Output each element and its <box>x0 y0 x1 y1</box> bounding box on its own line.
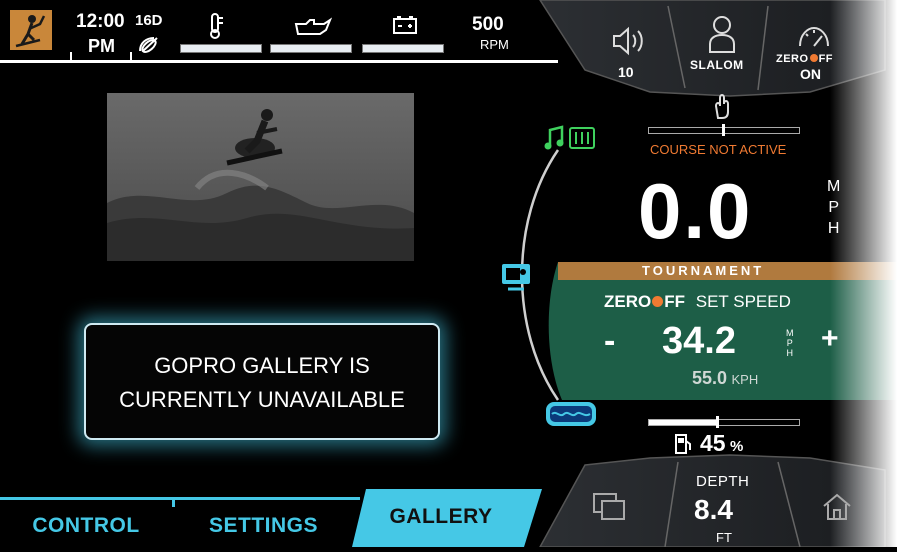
tab-settings[interactable]: SETTINGS <box>176 505 351 547</box>
music-icon[interactable] <box>544 124 598 152</box>
set-speed-label: SET SPEED <box>695 292 791 311</box>
kph-label: KPH <box>731 372 759 387</box>
setspeed-brand-dot <box>652 296 664 307</box>
clock-ampm: PM <box>88 36 115 56</box>
set-speed-plus[interactable]: + <box>821 322 839 356</box>
hand-icon[interactable] <box>710 92 736 120</box>
fuel-bar-marker <box>715 416 719 428</box>
course-bar-marker <box>722 124 725 136</box>
zerooff-state: ON <box>800 66 821 82</box>
status-divider <box>0 60 558 63</box>
set-speed-unit: M P H <box>786 328 794 358</box>
battery-gauge-fill <box>363 45 443 52</box>
volume-value: 10 <box>618 64 634 80</box>
water-tank-icon[interactable] <box>544 400 598 428</box>
tab-bar: CONTROL SETTINGS GALLERY <box>0 489 558 547</box>
thermometer-icon <box>206 12 226 40</box>
oil-can-icon <box>292 16 333 38</box>
rpm-value: 500 <box>472 14 504 35</box>
oil-gauge <box>270 44 352 53</box>
setspeed-brand-left: ZERO <box>604 292 652 311</box>
message-line-2: CURRENTLY UNAVAILABLE <box>119 387 405 412</box>
depth-value: 8.4 <box>694 494 733 525</box>
speed-unit-m: M <box>827 178 841 195</box>
speed-unit-p: P <box>828 199 839 216</box>
fuel-value: 45 <box>700 430 726 456</box>
oil-gauge-fill <box>271 45 351 52</box>
speed-value: 0.0 <box>638 167 753 255</box>
battery-icon <box>392 14 418 36</box>
set-speed-unit-m: M <box>786 328 794 338</box>
kph-value: 55.0 <box>692 368 728 388</box>
speedometer-icon[interactable] <box>796 24 832 50</box>
fuel-readout: 45 % <box>700 430 743 457</box>
fuel-unit: % <box>730 438 744 455</box>
home-icon[interactable] <box>820 492 854 522</box>
satellite-icon <box>137 34 163 54</box>
zerooff-brand: ZERO FF <box>776 53 833 65</box>
set-speed-value: 34.2 <box>662 320 736 362</box>
depth-unit: FT <box>716 530 732 545</box>
divider-tick <box>130 52 132 60</box>
temp-gauge <box>180 44 262 53</box>
tab-separator <box>172 497 175 507</box>
speed-unit: M P H <box>827 176 840 239</box>
zerooff-dot <box>809 54 818 62</box>
set-speed-kph: 55.0 KPH <box>692 368 758 389</box>
multi-window-icon[interactable] <box>592 492 628 522</box>
gallery-unavailable-message: GOPRO GALLERY IS CURRENTLY UNAVAILABLE <box>84 323 440 440</box>
profile-label: SLALOM <box>690 58 744 72</box>
divider-tick <box>70 52 72 60</box>
right-dash: 10 SLALOM ZERO FF ON COURSE NOT ACTIVE 0.… <box>500 0 897 547</box>
zerooff-brand-right: FF <box>818 53 834 65</box>
status-bar: 12:00 PM 16D 500 RPM <box>0 0 560 63</box>
clock-time: 12:00 <box>76 11 125 32</box>
depth-label: DEPTH <box>696 473 750 490</box>
course-status: COURSE NOT ACTIVE <box>650 142 787 157</box>
fuel-bar-fill <box>649 420 717 425</box>
tab-control[interactable]: CONTROL <box>0 505 172 547</box>
tournament-label: TOURNAMENT <box>642 263 765 278</box>
gallery-preview-image <box>107 93 414 261</box>
speed-unit-h: H <box>827 220 840 237</box>
set-speed-minus[interactable]: - <box>604 322 615 361</box>
fuel-pump-icon <box>674 432 694 456</box>
speaker-icon[interactable] <box>610 24 648 58</box>
gps-heading: 16D <box>135 12 163 29</box>
battery-gauge <box>362 44 444 53</box>
temp-gauge-fill <box>181 45 261 52</box>
zerooff-brand-left: ZERO <box>776 53 809 65</box>
set-speed-unit-p: P <box>786 338 793 348</box>
message-line-1: GOPRO GALLERY IS <box>154 353 370 378</box>
setspeed-brand-right: FF <box>664 292 686 311</box>
tab-bar-line <box>0 497 360 500</box>
person-icon[interactable] <box>706 14 738 54</box>
skier-icon <box>10 10 52 50</box>
set-speed-unit-h: H <box>786 348 794 358</box>
set-speed-header: ZERO FF SET SPEED <box>604 292 791 312</box>
screen-icon[interactable] <box>500 262 532 292</box>
